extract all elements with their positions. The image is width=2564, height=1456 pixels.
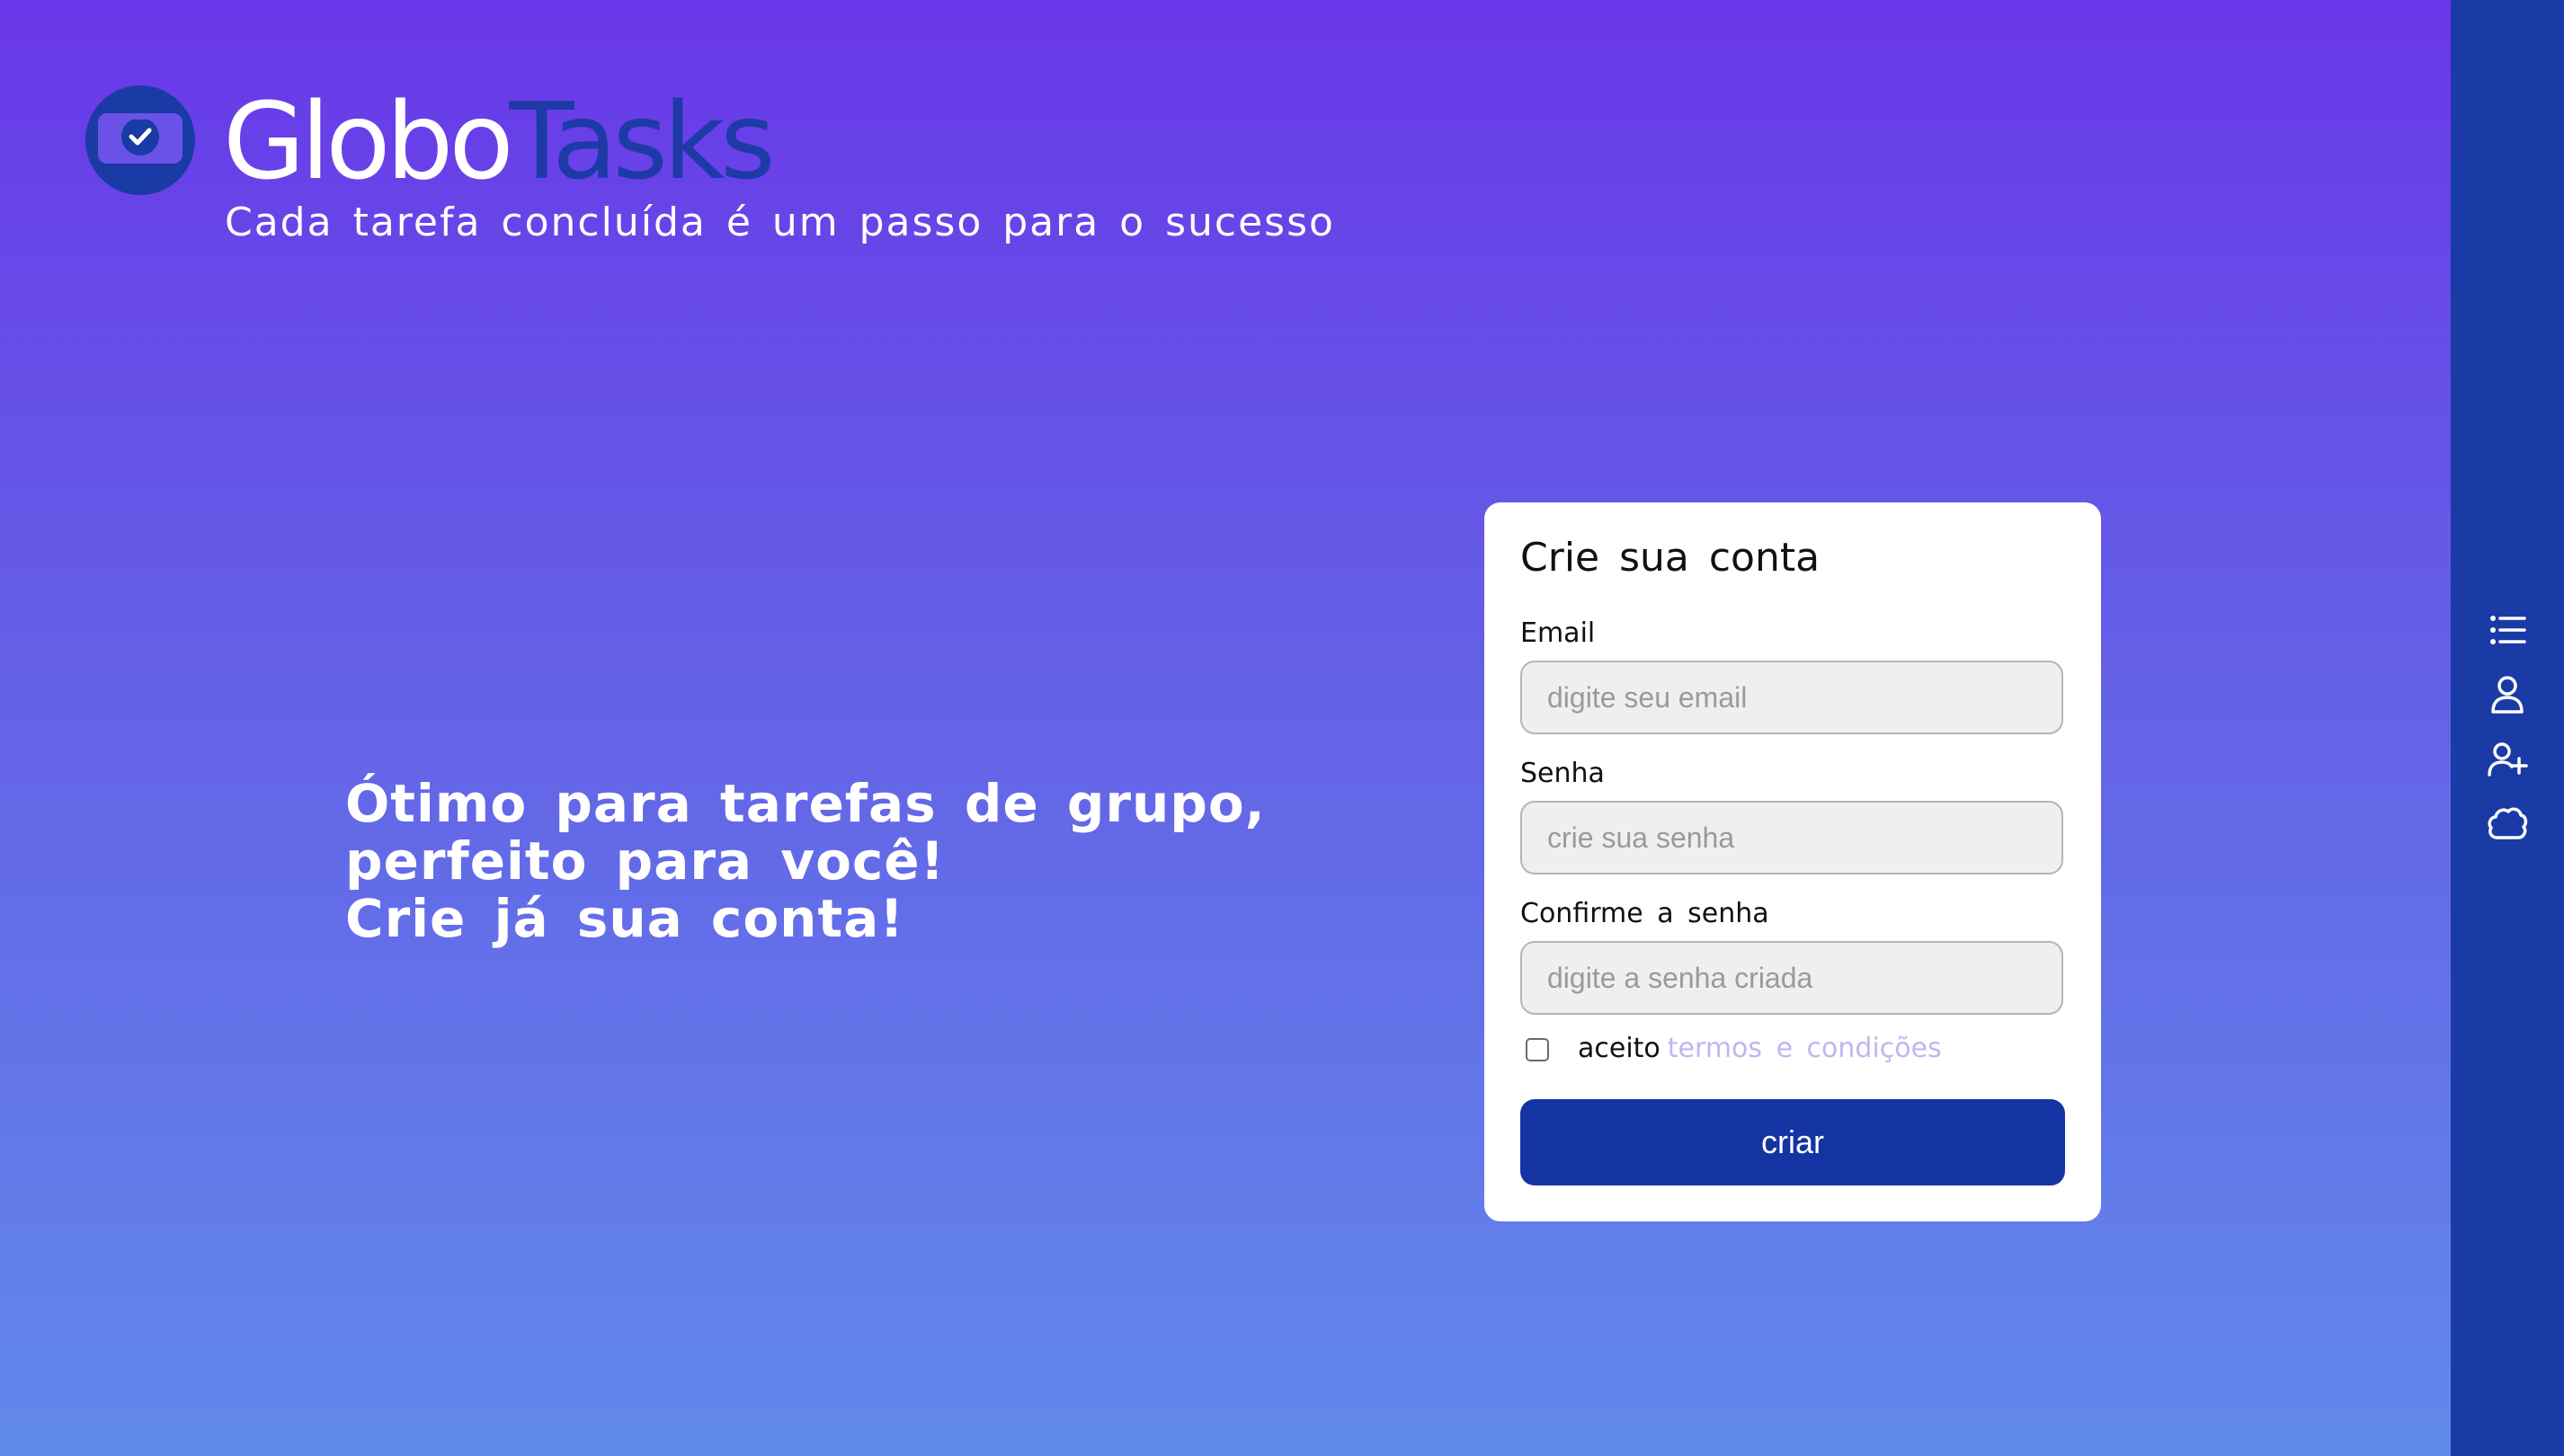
terms-row: aceito termos e condições: [1526, 1031, 2065, 1067]
brand-tagline: Cada tarefa concluída é um passo para o …: [225, 200, 1335, 245]
email-label: Email: [1520, 617, 1596, 649]
confirm-password-label: Confirme a senha: [1520, 898, 1769, 929]
confirm-password-field[interactable]: [1520, 941, 2063, 1015]
password-field[interactable]: [1520, 801, 2063, 874]
hero-text: Ótimo para tarefas de grupo, perfeito pa…: [345, 775, 1266, 947]
hero-line: Crie já sua conta!: [345, 888, 904, 949]
terms-prefix: aceito: [1578, 1033, 1660, 1064]
create-account-button[interactable]: criar: [1520, 1099, 2065, 1185]
signup-card: Crie sua conta Email Senha Confirme a se…: [1484, 502, 2101, 1221]
password-label: Senha: [1520, 758, 1605, 789]
hero-line: Ótimo para tarefas de grupo,: [345, 773, 1266, 834]
terms-text: aceito termos e condições: [1578, 1031, 1942, 1067]
cloud-icon[interactable]: [2485, 802, 2530, 847]
terms-checkbox[interactable]: [1526, 1038, 1549, 1061]
logo-check-badge: [121, 120, 159, 155]
user-plus-icon[interactable]: [2485, 737, 2530, 782]
signup-title: Crie sua conta: [1520, 535, 1821, 581]
email-field[interactable]: [1520, 661, 2063, 734]
brand-title: GloboTasks: [223, 74, 776, 209]
terms-link[interactable]: termos e condições: [1668, 1033, 1942, 1064]
sidebar: [2451, 0, 2564, 1456]
monitor-check-icon: [85, 85, 195, 195]
user-icon[interactable]: [2485, 672, 2530, 717]
list-icon[interactable]: [2485, 608, 2530, 653]
brand-name-part2: Tasks: [509, 79, 776, 203]
main-area: GloboTasks Cada tarefa concluída é um pa…: [0, 0, 2451, 1456]
hero-line: perfeito para você!: [345, 830, 946, 892]
brand-name-part1: Globo: [223, 79, 514, 203]
